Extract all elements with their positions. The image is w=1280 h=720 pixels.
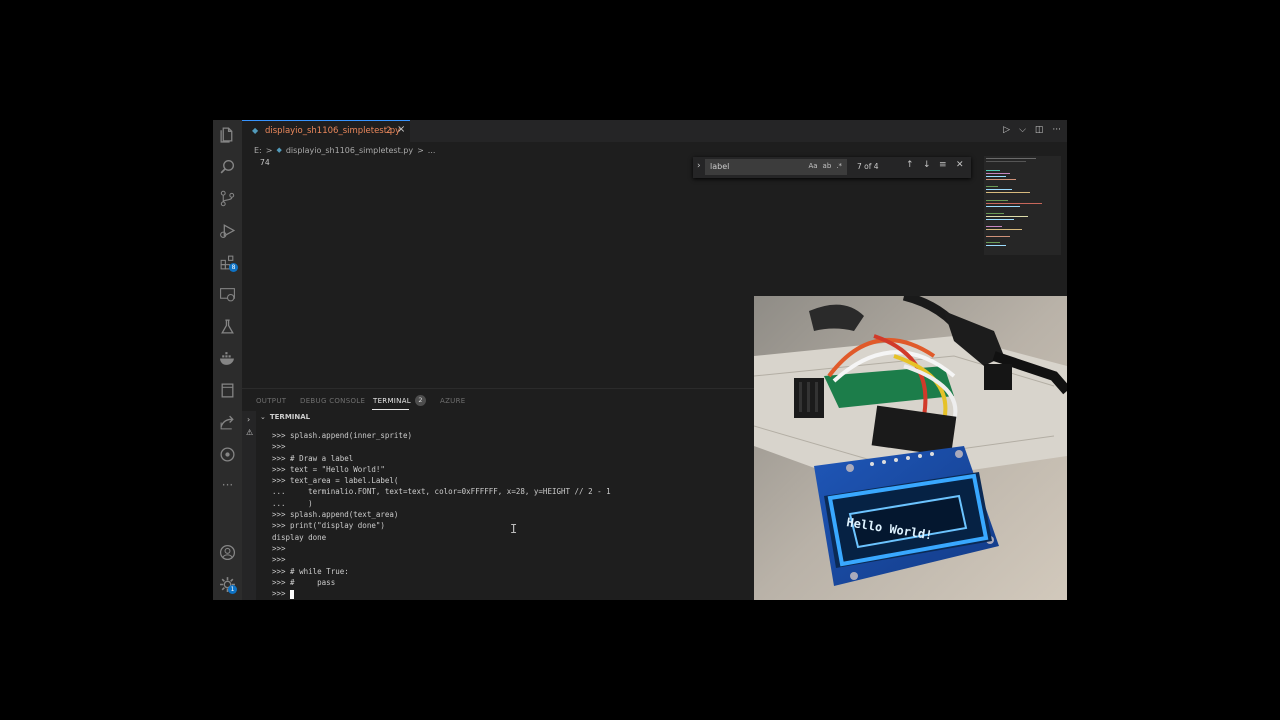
expand-icon[interactable]: › <box>247 415 250 424</box>
tab-debug-console[interactable]: DEBUG CONSOLE <box>300 397 365 405</box>
python-file-icon: ◆ <box>252 126 259 135</box>
tab-close-icon[interactable]: × <box>397 124 405 135</box>
terminal-line: >>> <box>272 543 286 553</box>
breadcrumb-drive[interactable]: E: <box>254 146 262 155</box>
find-widget: › label Aa ab .* 7 of 4 ↑ ↓ ≡ ✕ <box>693 157 971 178</box>
previous-match-icon[interactable]: ↑ <box>906 160 914 170</box>
docker-icon[interactable] <box>219 350 236 367</box>
terminal-section-header[interactable]: ⌄ TERMINAL <box>260 413 310 421</box>
active-tab-indicator <box>372 409 409 410</box>
terminal-output[interactable]: >>> splash.append(inner_sprite) >>> >>> … <box>272 430 752 599</box>
terminal-line: >>> # while True: <box>272 566 349 576</box>
collapse-chevron-icon: ⌄ <box>260 413 266 421</box>
tab-filename: displayio_sh1106_simpletest.py <box>265 126 401 136</box>
editor-tabbar: ◆ displayio_sh1106_simpletest.py 2 × ▷ ⌵… <box>242 120 1067 142</box>
terminal-line: >>> splash.append(text_area) <box>272 510 399 520</box>
more-actions-icon[interactable]: ··· <box>1052 125 1061 135</box>
run-icon[interactable]: ▷ <box>1003 125 1010 135</box>
find-in-selection-icon[interactable]: ≡ <box>939 160 947 170</box>
search-icon[interactable] <box>219 158 236 175</box>
editor-actions: ▷ ⌵ ◫ ··· <box>1003 125 1061 135</box>
find-result-count: 7 of 4 <box>857 162 879 171</box>
extensions-icon[interactable]: 8 <box>219 254 238 272</box>
terminal-line: >>> # pass <box>272 577 336 587</box>
breadcrumb-symbol[interactable]: ... <box>428 146 436 155</box>
webcam-overlay: Hello World! <box>754 296 1067 600</box>
accounts-icon[interactable] <box>219 544 236 561</box>
terminal-line: >>> text = "Hello World!" <box>272 464 385 474</box>
settings-badge: 1 <box>228 585 237 594</box>
terminal-line: >>> text_area = label.Label( <box>272 476 399 486</box>
vscode-window: 8 ··· 1 ◆ displayio_sh1106_simpletest.py… <box>213 120 1067 600</box>
terminal-line: ... terminalio.FONT, text=text, color=0x… <box>272 487 611 497</box>
webcam-photo: Hello World! <box>754 296 1067 600</box>
breadcrumb: E: > ◆ displayio_sh1106_simpletest.py > … <box>254 143 435 157</box>
terminal-prompt-line: >>> <box>272 588 752 599</box>
terminal-line: >>> # Draw a label <box>272 453 354 463</box>
breadcrumb-file[interactable]: displayio_sh1106_simpletest.py <box>286 146 413 155</box>
terminal-section-title: TERMINAL <box>269 413 311 421</box>
terminal-count-badge: 2 <box>415 395 426 406</box>
python-file-icon: ◆ <box>276 146 282 154</box>
bottom-panel: OUTPUT DEBUG CONSOLE TERMINAL 2 AZURE › … <box>242 388 754 600</box>
run-dropdown-icon[interactable]: ⌵ <box>1019 125 1026 135</box>
device-icon[interactable] <box>219 382 236 399</box>
match-whole-word-icon[interactable]: ab <box>823 162 832 170</box>
activity-bar: 8 ··· 1 <box>213 120 242 600</box>
serial-monitor-icon[interactable] <box>219 446 236 463</box>
editor-tab[interactable]: ◆ displayio_sh1106_simpletest.py 2 × <box>242 120 410 142</box>
terminal-line: >>> <box>272 442 286 452</box>
minimap[interactable] <box>984 156 1061 255</box>
live-share-icon[interactable] <box>219 414 236 431</box>
testing-icon[interactable] <box>219 318 236 335</box>
more-icon[interactable]: ··· <box>219 478 236 495</box>
source-control-icon[interactable] <box>219 190 236 207</box>
run-debug-icon[interactable] <box>219 222 236 239</box>
terminal-line: ... ) <box>272 498 313 508</box>
settings-gear-icon[interactable]: 1 <box>219 576 237 594</box>
split-editor-icon[interactable]: ◫ <box>1035 125 1044 135</box>
toggle-replace-icon[interactable]: › <box>697 161 701 171</box>
close-find-icon[interactable]: ✕ <box>956 160 964 170</box>
extensions-badge: 8 <box>229 263 238 272</box>
terminal-line: >>> <box>272 555 286 565</box>
tab-terminal[interactable]: TERMINAL <box>373 397 411 405</box>
mouse-ibeam-cursor: I <box>510 522 518 536</box>
next-match-icon[interactable]: ↓ <box>923 160 931 170</box>
breadcrumb-separator: > <box>265 145 273 155</box>
regex-icon[interactable]: .* <box>836 162 842 170</box>
terminal-prompt: >>> <box>272 589 291 599</box>
terminal-line: >>> splash.append(inner_sprite) <box>272 431 412 440</box>
find-input[interactable]: label Aa ab .* <box>705 159 847 175</box>
terminal-cursor <box>290 589 295 599</box>
find-value: label <box>710 162 730 171</box>
tab-problem-count: 2 <box>386 126 392 136</box>
tab-azure[interactable]: AZURE <box>440 397 466 405</box>
remote-explorer-icon[interactable] <box>219 286 236 303</box>
tab-output[interactable]: OUTPUT <box>256 397 286 405</box>
match-case-icon[interactable]: Aa <box>808 162 817 170</box>
explorer-icon[interactable] <box>219 126 236 143</box>
breadcrumb-separator: > <box>417 145 424 155</box>
line-number: 74 <box>260 158 270 167</box>
warning-icon[interactable]: ⚠ <box>246 428 253 437</box>
terminal-side-strip: › ⚠ <box>242 411 256 600</box>
